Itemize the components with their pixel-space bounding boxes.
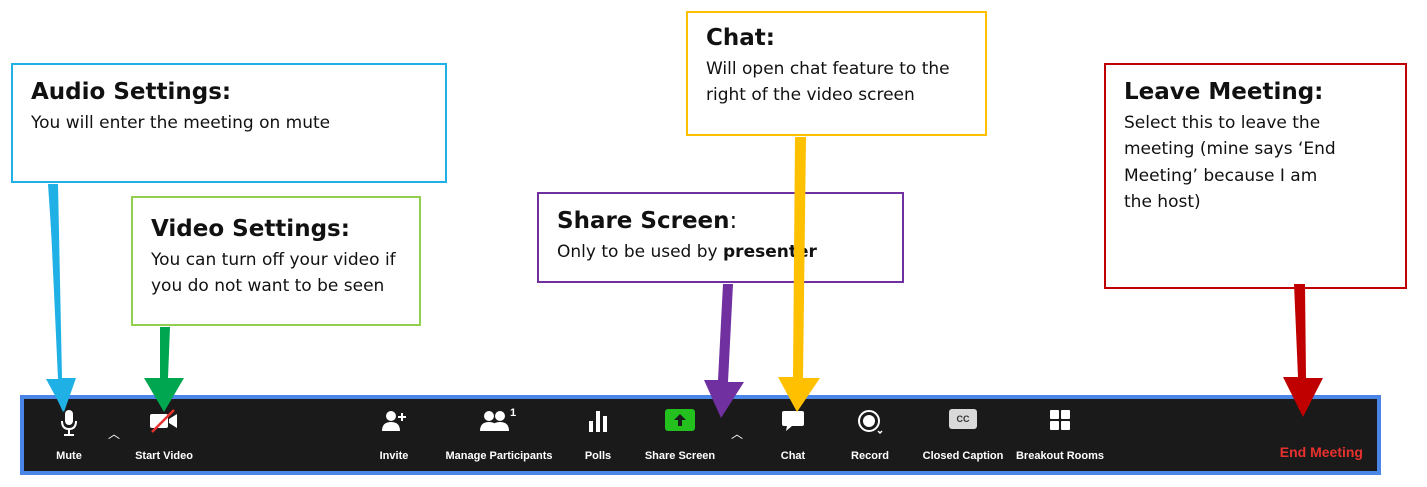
video-settings-text-line2: you do not want to be seen — [151, 276, 385, 297]
record-icon — [857, 409, 883, 440]
leave-meeting-text-line3: Meeting’ because I am — [1124, 165, 1318, 186]
chat-text: Will open chat feature to the right of t… — [706, 56, 971, 109]
video-off-icon — [149, 409, 179, 438]
video-settings-text-line1: You can turn off your video if — [151, 250, 396, 271]
audio-arrow — [46, 184, 76, 412]
start-video-label: Start Video — [135, 450, 193, 462]
share-screen-callout: Share Screen: Only to be used by present… — [537, 192, 904, 283]
leave-meeting-text-line1: Select this to leave the — [1124, 113, 1321, 134]
breakout-rooms-label: Breakout Rooms — [1015, 450, 1105, 462]
mute-label: Mute — [56, 450, 82, 462]
breakout-rooms-grid-icon — [1049, 409, 1071, 436]
closed-caption-icon: CC — [949, 409, 977, 429]
share-screen-text-plain: Only to be used by — [557, 242, 724, 263]
bar-chart-icon — [587, 409, 609, 438]
meeting-toolbar: Mute ︿ Start Video Invite 1 Manage Parti… — [20, 395, 1381, 475]
manage-participants-label: Manage Participants — [445, 450, 553, 462]
share-screen-title-text: Share Screen — [557, 208, 730, 234]
polls-label: Polls — [584, 450, 612, 462]
record-button[interactable]: Record — [846, 399, 894, 471]
share-options-chevron-up-icon[interactable]: ︿ — [731, 425, 743, 442]
breakout-rooms-button[interactable]: Breakout Rooms — [1012, 399, 1108, 471]
microphone-icon — [59, 409, 79, 442]
video-settings-callout: Video Settings: You can turn off your vi… — [131, 196, 421, 326]
invite-label: Invite — [379, 450, 409, 462]
video-settings-title: Video Settings: — [151, 216, 350, 242]
share-screen-label: Share Screen — [644, 450, 716, 462]
add-person-icon — [380, 409, 408, 438]
polls-button[interactable]: Polls — [578, 399, 618, 471]
closed-caption-button[interactable]: CC Closed Caption — [914, 399, 1012, 471]
chat-text-line2: right of the video screen — [706, 85, 915, 106]
start-video-button[interactable]: Start Video — [128, 399, 200, 471]
record-label: Record — [851, 450, 889, 462]
participant-count: 1 — [510, 407, 517, 419]
share-screen-button[interactable]: Share Screen — [635, 399, 725, 471]
chat-bubble-icon — [781, 409, 805, 438]
share-screen-title-colon: : — [729, 208, 738, 234]
leave-meeting-text: Select this to leave the meeting (mine s… — [1124, 110, 1391, 215]
chat-button[interactable]: Chat — [775, 399, 811, 471]
chat-label: Chat — [780, 450, 806, 462]
leave-meeting-text-line2: meeting (mine says ‘End — [1124, 139, 1336, 160]
manage-participants-button[interactable]: 1 Manage Participants — [436, 399, 562, 471]
leave-meeting-text-line4: the host) — [1124, 192, 1201, 213]
audio-options-chevron-up-icon[interactable]: ︿ — [108, 425, 120, 442]
video-settings-text: You can turn off your video if you do no… — [151, 247, 405, 300]
mute-button[interactable]: Mute — [46, 399, 92, 471]
share-screen-icon — [665, 409, 695, 436]
cc-badge: CC — [949, 409, 977, 429]
chat-text-line1: Will open chat feature to the — [706, 59, 950, 80]
share-screen-text-bold: presenter — [723, 242, 817, 263]
chat-title: Chat: — [706, 25, 775, 51]
leave-meeting-title: Leave Meeting: — [1124, 79, 1324, 105]
leave-meeting-callout: Leave Meeting: Select this to leave the … — [1104, 63, 1407, 289]
audio-settings-text: You will enter the meeting on mute — [31, 113, 331, 134]
share-screen-title: Share Screen: — [557, 206, 888, 237]
audio-settings-callout: Audio Settings: You will enter the meeti… — [11, 63, 447, 183]
invite-button[interactable]: Invite — [374, 399, 414, 471]
share-screen-text: Only to be used by presenter — [557, 239, 888, 265]
closed-caption-label: Closed Caption — [922, 450, 1004, 462]
end-meeting-button[interactable]: End Meeting — [1280, 444, 1363, 460]
chat-callout: Chat: Will open chat feature to the righ… — [686, 11, 987, 136]
audio-settings-title: Audio Settings: — [31, 79, 232, 105]
